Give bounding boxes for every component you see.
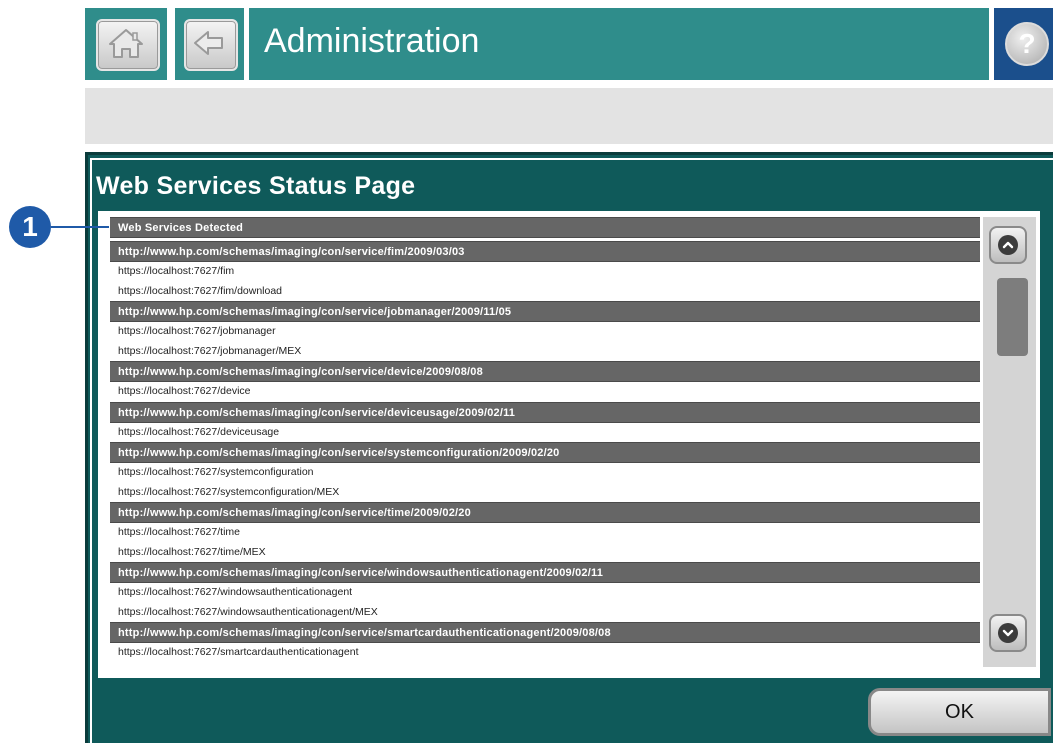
endpoint-row: https://localhost:7627/windowsauthentica…	[118, 605, 378, 618]
question-mark-icon: ?	[1018, 28, 1036, 59]
scroll-up-button[interactable]	[989, 226, 1027, 264]
service-header-row: http://www.hp.com/schemas/imaging/con/se…	[110, 622, 980, 643]
home-button[interactable]	[96, 19, 160, 71]
service-header-row: http://www.hp.com/schemas/imaging/con/se…	[110, 401, 980, 423]
callout-leader-line	[51, 226, 109, 228]
service-header-row: http://www.hp.com/schemas/imaging/con/se…	[110, 301, 980, 322]
callout-number-badge: 1	[9, 206, 51, 248]
endpoint-row: https://localhost:7627/device	[118, 385, 251, 397]
service-header-row: http://www.hp.com/schemas/imaging/con/se…	[110, 442, 980, 463]
endpoint-row: https://localhost:7627/systemconfigurati…	[118, 466, 314, 478]
scroll-down-button[interactable]	[989, 614, 1027, 652]
service-header-row: http://www.hp.com/schemas/imaging/con/se…	[110, 241, 980, 262]
chevron-down-icon	[998, 623, 1018, 643]
scroll-thumb[interactable]	[997, 278, 1028, 356]
endpoint-row: https://localhost:7627/fim/download	[118, 284, 283, 297]
page-title: Administration	[264, 22, 480, 60]
chevron-up-icon	[998, 235, 1018, 255]
service-header-row: http://www.hp.com/schemas/imaging/con/se…	[110, 361, 980, 382]
house-icon	[109, 29, 143, 58]
service-header-row: http://www.hp.com/schemas/imaging/con/se…	[110, 502, 980, 523]
endpoint-row: https://localhost:7627/time/MEX	[118, 545, 266, 558]
endpoint-row: https://localhost:7627/fim	[118, 265, 235, 277]
dialog-title: Web Services Status Page	[96, 172, 416, 200]
endpoint-row: https://localhost:7627/smartcardauthenti…	[118, 646, 359, 658]
endpoint-row: https://localhost:7627/systemconfigurati…	[118, 485, 340, 498]
endpoint-row: https://localhost:7627/jobmanager/MEX	[118, 344, 302, 357]
back-button[interactable]	[184, 19, 238, 71]
ok-button[interactable]: OK	[868, 688, 1051, 736]
endpoint-row: https://localhost:7627/jobmanager	[118, 325, 276, 337]
endpoint-row: https://localhost:7627/time	[118, 526, 240, 538]
service-header-row: http://www.hp.com/schemas/imaging/con/se…	[110, 562, 980, 583]
help-button[interactable]: ?	[1005, 22, 1049, 66]
services-list[interactable]: Web Services Detected http://www.hp.com/…	[110, 217, 980, 667]
endpoint-row: https://localhost:7627/deviceusage	[118, 425, 280, 438]
list-section-header: Web Services Detected	[110, 217, 980, 238]
status-message-area	[85, 88, 1053, 144]
endpoint-row: https://localhost:7627/windowsauthentica…	[118, 586, 353, 598]
left-arrow-icon	[194, 31, 223, 55]
